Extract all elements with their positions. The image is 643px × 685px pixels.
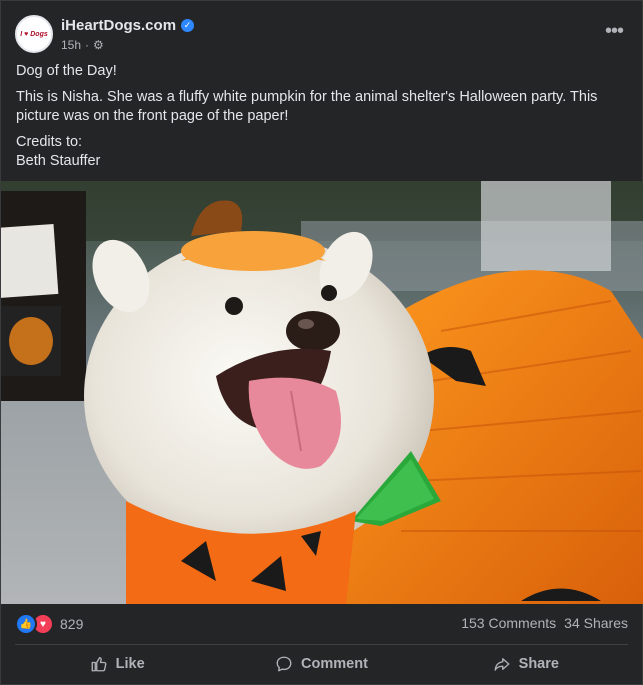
post-timestamp[interactable]: 15h <box>61 38 81 52</box>
post-header: I ♥ Dogs iHeartDogs.com ✓ 15h · ⚙ ••• <box>15 15 628 55</box>
comments-count-link[interactable]: 153 Comments <box>461 615 556 631</box>
like-button-label: Like <box>115 656 145 672</box>
post-title: Dog of the Day! <box>16 63 117 79</box>
post-actions-bar: Like Comment Share <box>15 649 628 679</box>
like-reaction-icon: 👍 <box>15 613 37 635</box>
facebook-post: I ♥ Dogs iHeartDogs.com ✓ 15h · ⚙ ••• Do… <box>0 0 643 685</box>
reactions-summary[interactable]: 👍 ♥ 829 <box>15 613 83 635</box>
verified-check-icon: ✓ <box>181 19 195 32</box>
page-name-link[interactable]: iHeartDogs.com <box>61 17 176 34</box>
share-button-label: Share <box>518 656 559 672</box>
credits-label: Credits to: <box>16 134 83 150</box>
page-avatar[interactable]: I ♥ Dogs <box>15 15 53 53</box>
credits-name: Beth Stauffer <box>16 153 101 169</box>
comment-icon <box>276 656 292 672</box>
post-text: Dog of the Day! This is Nisha. She was a… <box>16 62 627 171</box>
like-button[interactable]: Like <box>15 649 219 679</box>
reaction-count: 829 <box>60 616 84 632</box>
more-options-icon[interactable]: ••• <box>600 21 628 41</box>
thumbs-up-icon <box>91 657 107 672</box>
share-arrow-icon <box>494 658 510 671</box>
dog-in-pumpkin-costume-image <box>1 181 643 604</box>
post-body: This is Nisha. She was a fluffy white pu… <box>16 89 598 124</box>
comment-button-label: Comment <box>301 656 368 672</box>
page-name-row: iHeartDogs.com ✓ <box>61 17 195 34</box>
shares-count-link[interactable]: 34 Shares <box>564 615 628 631</box>
post-stats: 👍 ♥ 829 153 Comments 34 Shares <box>15 613 628 635</box>
comment-button[interactable]: Comment <box>219 649 423 679</box>
share-button[interactable]: Share <box>424 649 628 679</box>
post-photo[interactable] <box>1 181 643 604</box>
gear-icon: ⚙ <box>93 38 104 52</box>
avatar-logo-text: I ♥ Dogs <box>20 30 48 38</box>
actions-divider <box>15 644 628 645</box>
post-meta: 15h · ⚙ <box>61 38 104 52</box>
engagement-counts: 153 Comments 34 Shares <box>461 615 628 631</box>
